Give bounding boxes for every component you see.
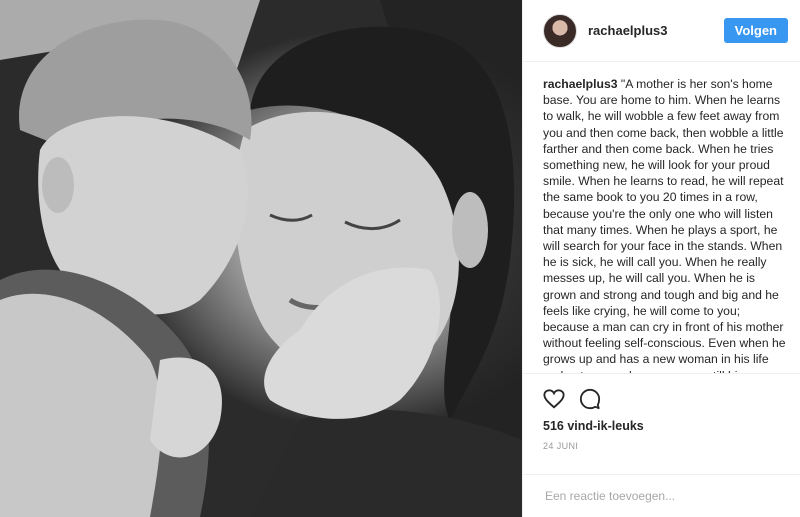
action-bar: [523, 374, 800, 413]
heart-icon[interactable]: [543, 388, 565, 410]
comment-input[interactable]: [543, 488, 780, 504]
username-link[interactable]: rachaelplus3: [588, 23, 724, 38]
caption-text: "A mother is her son's home base. You ar…: [543, 77, 786, 373]
post-sidebar: rachaelplus3 Volgen rachaelplus3 "A moth…: [522, 0, 800, 517]
post-header: rachaelplus3 Volgen: [523, 0, 800, 62]
caption: rachaelplus3 "A mother is her son's home…: [523, 62, 800, 374]
instagram-post: rachaelplus3 Volgen rachaelplus3 "A moth…: [0, 0, 800, 517]
post-photo[interactable]: [0, 0, 522, 517]
comment-icon[interactable]: [579, 388, 601, 410]
follow-button[interactable]: Volgen: [723, 18, 788, 43]
comment-box: [523, 474, 800, 517]
likes-count[interactable]: 516 vind-ik-leuks: [523, 413, 800, 433]
post-date: 24 JUNI: [543, 441, 579, 451]
caption-username[interactable]: rachaelplus3: [543, 77, 618, 91]
photo-illustration: [0, 0, 522, 517]
avatar[interactable]: [543, 13, 577, 48]
